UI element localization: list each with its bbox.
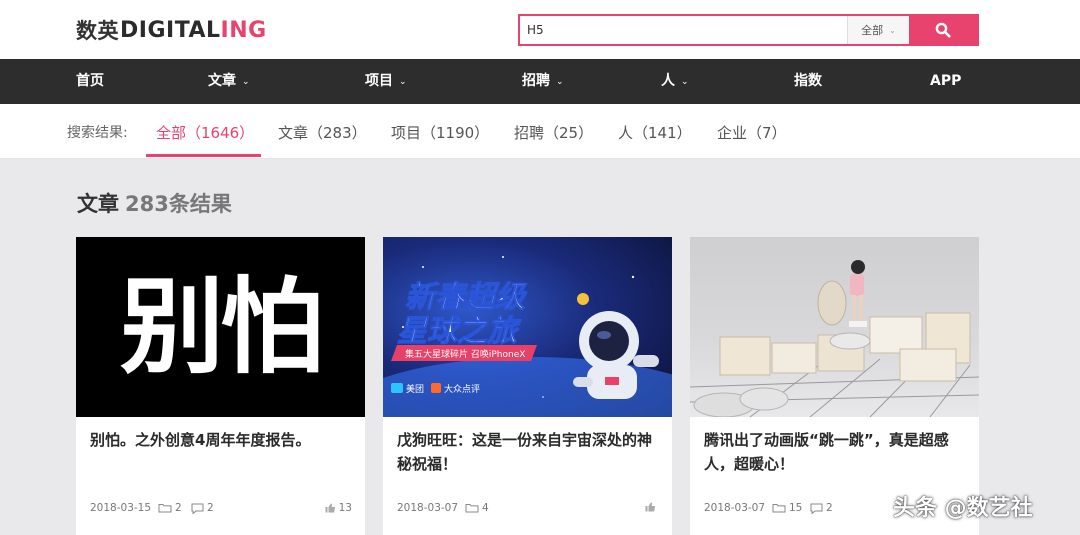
article-title[interactable]: 戊狗旺旺：这是一份来自宇宙深处的神秘祝福！ (397, 428, 659, 476)
jump-game-artwork (690, 260, 979, 417)
folder-icon (465, 504, 479, 513)
article-meta: 2018-03-07 4 (397, 502, 659, 518)
article-meta: 2018-03-15 2 2 13 (90, 502, 352, 518)
source-watermark: 头条 @数艺社 (893, 496, 1033, 521)
nav-label: 项目 (365, 73, 393, 89)
brand-meituan: 美团 (406, 383, 424, 395)
tab-articles[interactable]: 文章（283） (278, 104, 367, 159)
tab-jobs[interactable]: 招聘（25） (514, 104, 593, 159)
logo-cn-text: 数英 (76, 19, 119, 43)
article-card[interactable]: 新春超级 星球之旅 集五大星球碎片 召唤iPhoneX 美团 大众点评 戊狗旺旺… (383, 237, 672, 535)
article-date: 2018-03-07 (397, 502, 459, 514)
search-scope-dropdown[interactable]: 全部 ⌄ (847, 16, 909, 44)
comment-count-value: 2 (826, 502, 833, 514)
tab-projects[interactable]: 项目（1190） (391, 104, 489, 159)
nav-item-home[interactable]: 首页 (76, 59, 104, 104)
chevron-down-icon: ⌄ (681, 77, 689, 87)
search-scope-label: 全部 (861, 24, 884, 37)
result-count: 283条结果 (125, 192, 232, 216)
comment-count-value: 2 (207, 502, 214, 514)
thumbs-up-icon (645, 502, 655, 512)
folder-count-value: 2 (175, 502, 182, 514)
nav-label: 人 (661, 73, 675, 89)
article-date: 2018-03-15 (90, 502, 152, 514)
tab-people[interactable]: 人（141） (618, 104, 692, 159)
section-title-text: 文章 (77, 192, 119, 216)
poster-title-line2: 星球之旅 (397, 314, 522, 349)
nav-item-jobs[interactable]: 招聘 ⌄ (522, 59, 564, 104)
poster-ribbon-text: 集五大星球碎片 召唤iPhoneX (405, 348, 525, 360)
nav-item-projects[interactable]: 项目 ⌄ (365, 59, 407, 104)
like-count[interactable]: 13 (325, 502, 352, 514)
article-thumbnail[interactable]: 新春超级 星球之旅 集五大星球碎片 召唤iPhoneX 美团 大众点评 (383, 237, 672, 417)
folder-count: 2 (158, 502, 182, 514)
like-count[interactable] (645, 502, 659, 512)
nav-item-articles[interactable]: 文章 ⌄ (208, 59, 250, 104)
article-date: 2018-03-07 (704, 502, 766, 514)
brand-dianping: 大众点评 (444, 383, 480, 395)
site-logo[interactable]: 数英 DIGITAL ING (76, 16, 267, 44)
folder-count-value: 15 (789, 502, 803, 514)
nav-label: 指数 (794, 73, 822, 89)
nav-label: 招聘 (522, 73, 550, 89)
search-bar: 全部 ⌄ (518, 14, 979, 46)
space-poster-artwork: 新春超级 星球之旅 集五大星球碎片 召唤iPhoneX 美团 大众点评 (383, 256, 672, 417)
top-header: 数英 DIGITAL ING 全部 ⌄ (0, 0, 1080, 59)
girl-figure-illustration (849, 260, 867, 327)
comment-icon (810, 503, 823, 514)
search-result-tabs: 搜索结果: 全部（1646） 文章（283） 项目（1190） 招聘（25） 人… (0, 104, 1080, 159)
article-thumbnail[interactable] (690, 237, 979, 417)
article-title[interactable]: 别怕。之外创意4周年年度报告。 (90, 428, 352, 452)
article-title[interactable]: 腾讯出了动画版“跳一跳”，真是超感人，超暖心！ (704, 428, 966, 476)
search-icon (935, 22, 951, 38)
nav-item-app[interactable]: APP (930, 59, 961, 104)
bie-pa-artwork: 别怕 (120, 266, 324, 388)
active-tab-indicator (146, 154, 261, 157)
artwork-text: 别怕 (120, 266, 320, 388)
section-title: 文章 283条结果 (77, 188, 232, 218)
search-button[interactable] (909, 16, 977, 44)
folder-count: 4 (465, 502, 489, 514)
search-input[interactable] (520, 16, 847, 44)
folder-icon (158, 504, 172, 513)
nav-item-index[interactable]: 指数 (794, 59, 822, 104)
nav-label: APP (930, 73, 962, 89)
logo-accent-text: ING (220, 17, 267, 43)
chevron-down-icon: ⌄ (556, 77, 564, 87)
logo-en-text: DIGITAL (120, 17, 221, 43)
comment-count: 2 (191, 502, 214, 514)
chevron-down-icon: ⌄ (889, 25, 896, 35)
tab-companies[interactable]: 企业（7） (717, 104, 787, 159)
poster-title-line1: 新春超级 (405, 280, 528, 315)
search-results-label: 搜索结果: (67, 125, 128, 141)
comment-count: 2 (810, 502, 833, 514)
like-count-value: 13 (338, 502, 352, 514)
tab-all[interactable]: 全部（1646） (156, 104, 254, 159)
nav-label: 文章 (208, 73, 236, 89)
comment-icon (191, 503, 204, 514)
chevron-down-icon: ⌄ (242, 77, 250, 87)
nav-label: 首页 (76, 73, 104, 89)
folder-count: 15 (772, 502, 802, 514)
article-thumbnail[interactable]: 别怕 (76, 237, 365, 417)
folder-icon (772, 504, 786, 513)
article-card[interactable]: 别怕 别怕。之外创意4周年年度报告。 2018-03-15 2 2 13 (76, 237, 365, 535)
nav-item-people[interactable]: 人 ⌄ (661, 59, 689, 104)
folder-count-value: 4 (482, 502, 489, 514)
chevron-down-icon: ⌄ (399, 77, 407, 87)
main-nav: 首页 文章 ⌄ 项目 ⌄ 招聘 ⌄ 人 ⌄ 指数 APP (0, 59, 1080, 104)
thumbs-up-icon (325, 503, 335, 513)
